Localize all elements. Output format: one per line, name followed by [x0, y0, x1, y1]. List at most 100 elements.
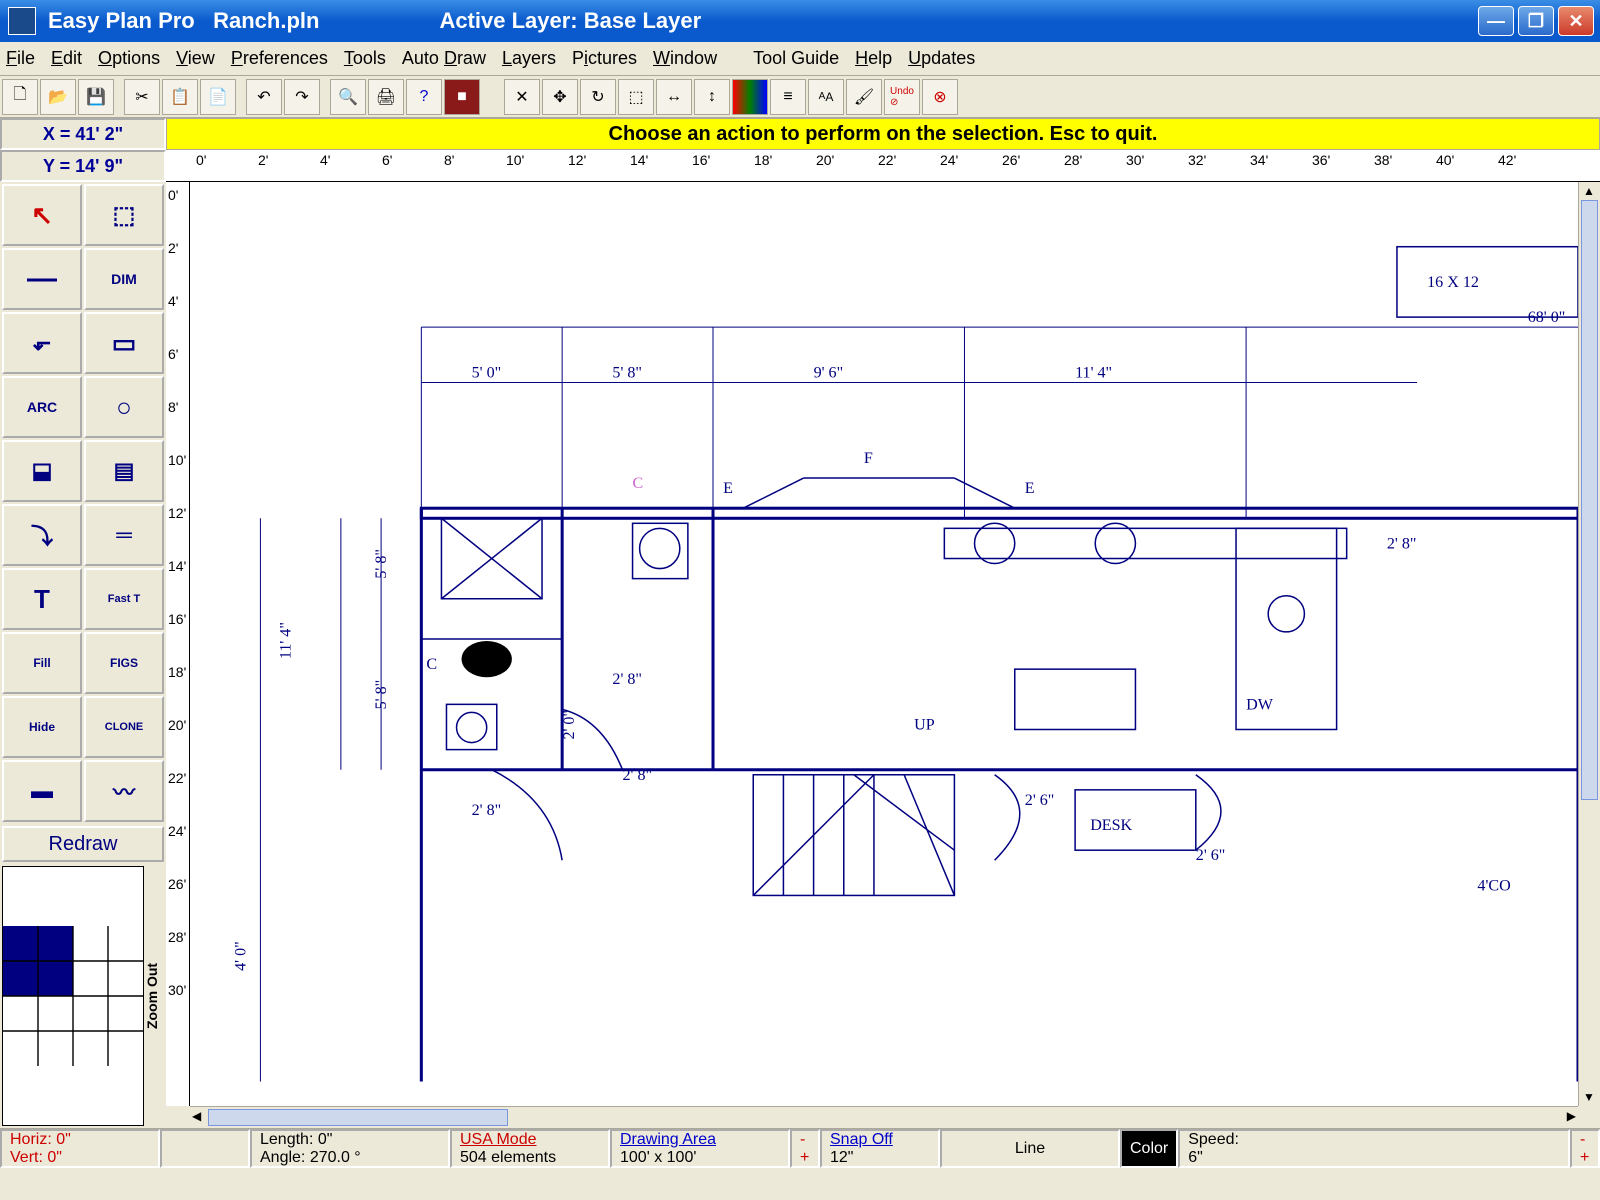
undo-icon[interactable]: ↶ — [246, 79, 282, 115]
file-name: Ranch.pln — [213, 8, 319, 34]
svg-text:11' 4": 11' 4" — [1075, 364, 1112, 381]
brush-icon[interactable]: 🖌 — [846, 79, 882, 115]
tool-color[interactable]: ▬ — [2, 760, 82, 822]
open-icon[interactable]: 📂 — [40, 79, 76, 115]
status-area[interactable]: Drawing Area 100' x 100' — [610, 1129, 790, 1168]
tool-curve[interactable]: ⤵ — [2, 504, 82, 566]
tool-arc[interactable]: ARC — [2, 376, 82, 438]
tool-rect[interactable]: ▭ — [84, 312, 164, 374]
font-icon[interactable]: AA — [808, 79, 844, 115]
svg-text:2' 8": 2' 8" — [1387, 535, 1417, 552]
menubar: File Edit Options View Preferences Tools… — [0, 42, 1600, 76]
exit-icon[interactable]: ■ — [444, 79, 480, 115]
menu-view[interactable]: View — [176, 48, 215, 69]
colors-icon[interactable] — [732, 79, 768, 115]
tool-hide[interactable]: Hide — [2, 696, 82, 758]
scale-icon[interactable]: ⬚ — [618, 79, 654, 115]
svg-text:C: C — [426, 656, 437, 673]
x-coord: X = 41' 2" — [0, 118, 166, 150]
menu-options[interactable]: Options — [98, 48, 160, 69]
app-name: Easy Plan Pro — [48, 8, 195, 34]
tool-line[interactable]: — — [2, 248, 82, 310]
drawing-viewport[interactable]: 68' 0" 5' 0" 5' 8" 9' 6" 11' 4" — [190, 182, 1578, 1106]
menu-window[interactable]: Window — [653, 48, 717, 69]
tool-figs[interactable]: FIGS — [84, 632, 164, 694]
copy-icon[interactable]: 📋 — [162, 79, 198, 115]
svg-text:5' 0": 5' 0" — [472, 364, 502, 381]
print-icon[interactable]: 🖨 — [368, 79, 404, 115]
statusbar: Horiz: 0"Vert: 0" Length: 0"Angle: 270.0… — [0, 1128, 1600, 1168]
horizontal-scrollbar[interactable] — [190, 1106, 1578, 1128]
menu-pictures[interactable]: Pictures — [572, 48, 637, 69]
svg-text:DESK: DESK — [1090, 817, 1132, 834]
status-tool: Line — [940, 1129, 1120, 1168]
redo-icon[interactable]: ↷ — [284, 79, 320, 115]
maximize-button[interactable]: ❐ — [1518, 6, 1554, 36]
hflip-icon[interactable]: ↔ — [656, 79, 692, 115]
new-icon[interactable]: 🗋 — [2, 79, 38, 115]
delete-icon[interactable]: ✕ — [504, 79, 540, 115]
y-coord: Y = 14' 9" — [0, 150, 166, 182]
close-button[interactable]: ✕ — [1558, 6, 1594, 36]
tool-spline[interactable]: 〰 — [84, 760, 164, 822]
svg-text:E: E — [1025, 480, 1035, 497]
redraw-button[interactable]: Redraw — [2, 826, 164, 862]
zoom-icon[interactable]: 🔍 — [330, 79, 366, 115]
area-minus[interactable]: -+ — [790, 1129, 820, 1168]
tool-dim[interactable]: DIM — [84, 248, 164, 310]
svg-text:C: C — [633, 475, 644, 492]
svg-text:2' 8": 2' 8" — [612, 671, 642, 688]
vertical-scrollbar[interactable] — [1578, 182, 1600, 1106]
svg-text:5' 8": 5' 8" — [612, 364, 642, 381]
lines-icon[interactable]: ≡ — [770, 79, 806, 115]
tool-fasttext[interactable]: Fast T — [84, 568, 164, 630]
menu-updates[interactable]: Updates — [908, 48, 975, 69]
svg-text:9' 6": 9' 6" — [814, 364, 844, 381]
tool-parallel[interactable]: ═ — [84, 504, 164, 566]
canvas-area: 0'2'4'6'8'10'12'14'16'18'20'22'24'26'28'… — [166, 150, 1600, 1128]
menu-file[interactable]: File — [6, 48, 35, 69]
tool-circle[interactable]: ○ — [84, 376, 164, 438]
save-icon[interactable]: 💾 — [78, 79, 114, 115]
svg-text:2' 0": 2' 0" — [561, 710, 578, 740]
paste-icon[interactable]: 📄 — [200, 79, 236, 115]
vflip-icon[interactable]: ↕ — [694, 79, 730, 115]
menu-edit[interactable]: Edit — [51, 48, 82, 69]
svg-text:16 X 12: 16 X 12 — [1427, 274, 1479, 291]
speed-adjust[interactable]: -+ — [1570, 1129, 1600, 1168]
move-icon[interactable]: ✥ — [542, 79, 578, 115]
rotate-icon[interactable]: ↻ — [580, 79, 616, 115]
nosign-icon[interactable]: ⊗ — [922, 79, 958, 115]
tool-ushape[interactable]: ⬓ — [2, 440, 82, 502]
svg-text:5' 8": 5' 8" — [373, 549, 390, 579]
status-gap — [160, 1129, 250, 1168]
menu-layers[interactable]: Layers — [502, 48, 556, 69]
app-icon — [8, 7, 36, 35]
status-snap[interactable]: Snap Off 12" — [820, 1129, 940, 1168]
zoom-out-button[interactable]: Zoom Out — [144, 866, 164, 1126]
tool-palette: ↖ ⬚ — DIM ⬐ ▭ ARC ○ ⬓ ▤ ⤵ ═ T Fast T Fil… — [0, 182, 166, 824]
tool-clone[interactable]: CLONE — [84, 696, 164, 758]
menu-tools[interactable]: Tools — [344, 48, 386, 69]
tool-select[interactable]: ↖ — [2, 184, 82, 246]
minimize-button[interactable]: — — [1478, 6, 1514, 36]
svg-text:5' 8": 5' 8" — [373, 680, 390, 710]
menu-toolguide[interactable]: Tool Guide — [753, 48, 839, 69]
undo2-icon[interactable]: Undo⊘ — [884, 79, 920, 115]
tool-lshape[interactable]: ⬐ — [2, 312, 82, 374]
color-button[interactable]: Color — [1120, 1129, 1178, 1168]
menu-preferences[interactable]: Preferences — [231, 48, 328, 69]
overview-grid[interactable] — [2, 866, 144, 1126]
tool-fill[interactable]: Fill — [2, 632, 82, 694]
cut-icon[interactable]: ✂ — [124, 79, 160, 115]
svg-text:4' 0": 4' 0" — [232, 941, 249, 971]
status-mode[interactable]: USA Mode 504 elements — [450, 1129, 610, 1168]
tool-text[interactable]: T — [2, 568, 82, 630]
svg-text:2' 8": 2' 8" — [622, 767, 652, 784]
tool-grid[interactable]: ▤ — [84, 440, 164, 502]
help-icon[interactable]: ? — [406, 79, 442, 115]
tool-marquee[interactable]: ⬚ — [84, 184, 164, 246]
menu-autodraw[interactable]: Auto Draw — [402, 48, 486, 69]
menu-help[interactable]: Help — [855, 48, 892, 69]
svg-text:UP: UP — [914, 716, 935, 733]
